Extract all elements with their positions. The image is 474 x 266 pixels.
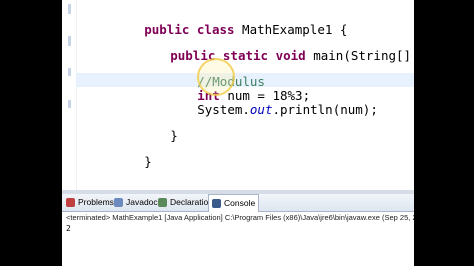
bottom-tab-bar: Problems Javadoc Declaration Console <box>62 194 414 212</box>
code-line-close-class: } <box>84 138 152 169</box>
javadoc-icon <box>114 198 123 207</box>
code-line-method: public static void main(String[] args) { <box>110 32 414 63</box>
declaration-icon <box>158 198 167 207</box>
tab-declaration[interactable]: Declaration <box>158 194 213 211</box>
tab-javadoc-label: Javadoc <box>126 197 158 207</box>
console-status: <terminated> MathExample1 [Java Applicat… <box>62 212 414 223</box>
console-icon <box>212 199 221 208</box>
tab-problems[interactable]: Problems <box>66 194 114 211</box>
println-call: .println(num); <box>272 102 378 117</box>
code-line-println: System.out.println(num); <box>137 86 378 117</box>
close-brace-class: } <box>144 154 152 169</box>
tab-javadoc[interactable]: Javadoc <box>114 194 158 211</box>
mouse-cursor-highlight <box>197 58 235 96</box>
tab-console[interactable]: Console <box>208 194 260 212</box>
code-line-close-method: } <box>110 112 178 143</box>
tab-declaration-label: Declaration <box>170 197 213 207</box>
out-field: out <box>249 102 273 117</box>
tab-console-label: Console <box>224 198 256 208</box>
editor-gutter <box>64 0 76 190</box>
console-output-line: 2 <box>66 224 71 233</box>
eclipse-window: public class MathExample1 { public stati… <box>62 0 414 266</box>
method-signature: main(String[] args) { <box>313 48 412 63</box>
console-output[interactable]: 2 <box>62 224 414 266</box>
code-line-class: public class MathExample1 { <box>84 6 347 37</box>
system-text: System. <box>197 102 250 117</box>
close-brace-method: } <box>170 128 178 143</box>
problems-icon <box>66 198 75 207</box>
tab-problems-label: Problems <box>78 197 114 207</box>
source-code[interactable]: public class MathExample1 { public stati… <box>84 0 411 169</box>
code-editor[interactable]: public class MathExample1 { public stati… <box>62 0 414 190</box>
fold-ruler <box>76 0 77 190</box>
